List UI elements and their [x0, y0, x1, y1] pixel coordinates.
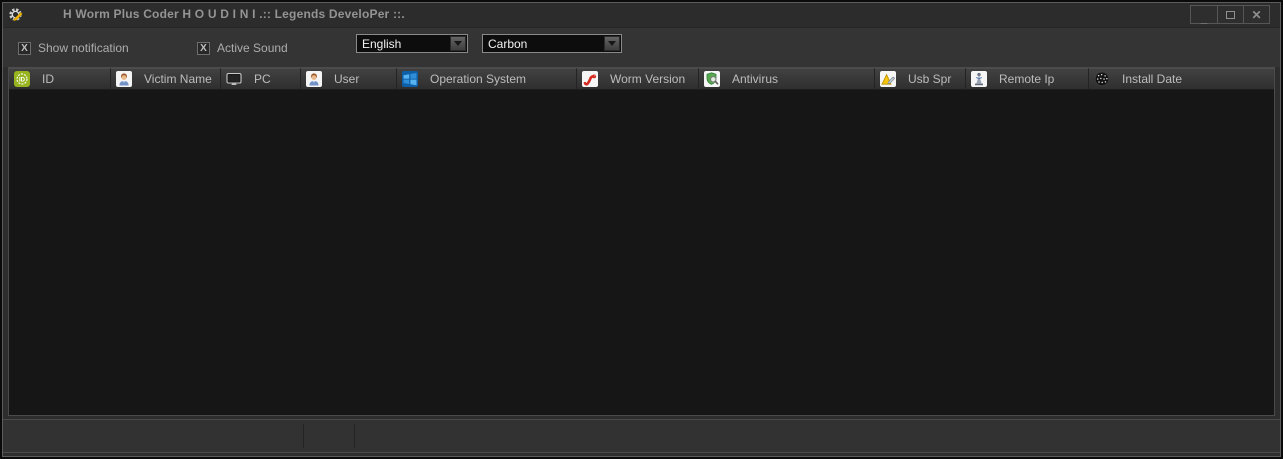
- chevron-down-icon: [608, 41, 616, 46]
- column-label: Remote Ip: [999, 72, 1054, 86]
- victim-table: ID ID Victim N: [8, 67, 1275, 416]
- minimize-icon: _: [1201, 11, 1208, 25]
- column-header-install-date[interactable]: Install Date: [1089, 68, 1274, 90]
- column-header-remote-ip[interactable]: Remote Ip: [966, 68, 1089, 90]
- maximize-icon: [1226, 11, 1235, 19]
- show-notification-checkbox[interactable]: X Show notification: [18, 41, 129, 55]
- statusbar: [3, 419, 1280, 453]
- dropdown-arrow-button[interactable]: [604, 36, 620, 51]
- usb-warning-icon: [880, 71, 896, 87]
- window-title: H Worm Plus Coder H O U D I N I .:: Lege…: [63, 7, 405, 21]
- column-label: PC: [254, 72, 271, 86]
- column-header-worm-version[interactable]: Worm Version: [577, 68, 699, 90]
- window-frame: H Worm Plus Coder H O U D I N I .:: Lege…: [2, 2, 1281, 457]
- active-sound-checkbox[interactable]: X Active Sound: [197, 41, 288, 55]
- column-header-victim-name[interactable]: Victim Name: [111, 68, 221, 90]
- chevron-down-icon: [454, 41, 462, 46]
- window-controls: _ ✕: [1190, 5, 1270, 24]
- language-dropdown[interactable]: English: [356, 34, 468, 53]
- theme-dropdown[interactable]: Carbon: [482, 34, 622, 53]
- app-gear-icon: [8, 6, 25, 23]
- column-label: Usb Spr: [908, 72, 951, 86]
- checkbox-mark-icon[interactable]: X: [197, 42, 210, 55]
- windows-logo-icon: [402, 71, 418, 87]
- close-icon: ✕: [1251, 8, 1261, 22]
- checkbox-label: Show notification: [38, 41, 129, 55]
- toolbar: X Show notification X Active Sound Engli…: [3, 27, 1280, 67]
- install-date-icon: [1094, 71, 1110, 87]
- column-label: Victim Name: [144, 72, 212, 86]
- worm-icon: [582, 71, 598, 87]
- checkbox-label: Active Sound: [217, 41, 288, 55]
- app-window: H Worm Plus Coder H O U D I N I .:: Lege…: [0, 0, 1283, 459]
- column-header-id[interactable]: ID ID: [9, 68, 111, 90]
- close-button[interactable]: ✕: [1243, 6, 1269, 23]
- dropdown-arrow-button[interactable]: [450, 36, 466, 51]
- user-avatar-icon: [306, 71, 322, 87]
- column-label: ID: [42, 72, 54, 86]
- remote-ip-icon: [971, 71, 987, 87]
- column-label: Worm Version: [610, 72, 685, 86]
- minimize-button[interactable]: _: [1191, 6, 1217, 23]
- maximize-button[interactable]: [1217, 6, 1243, 23]
- statusbar-divider: [354, 424, 355, 448]
- column-label: Operation System: [430, 72, 526, 86]
- column-header-operation-system[interactable]: Operation System: [397, 68, 577, 90]
- column-header-antivirus[interactable]: Antivirus: [699, 68, 875, 90]
- victim-list-body[interactable]: [9, 90, 1274, 415]
- svg-text:ID: ID: [19, 77, 26, 83]
- column-label: User: [334, 72, 359, 86]
- language-dropdown-value: English: [362, 37, 401, 51]
- column-label: Install Date: [1122, 72, 1182, 86]
- pc-monitor-icon: [226, 71, 242, 87]
- checkbox-mark-icon[interactable]: X: [18, 42, 31, 55]
- column-header-pc[interactable]: PC: [221, 68, 301, 90]
- victim-avatar-icon: [116, 71, 132, 87]
- column-header-user[interactable]: User: [301, 68, 397, 90]
- column-label: Antivirus: [732, 72, 778, 86]
- column-header-usb-spr[interactable]: Usb Spr: [875, 68, 966, 90]
- id-badge-icon: ID: [14, 71, 30, 87]
- table-header-row: ID ID Victim N: [9, 68, 1274, 90]
- statusbar-divider: [303, 424, 304, 448]
- antivirus-shield-icon: [704, 71, 720, 87]
- titlebar[interactable]: H Worm Plus Coder H O U D I N I .:: Lege…: [3, 3, 1280, 27]
- theme-dropdown-value: Carbon: [488, 37, 527, 51]
